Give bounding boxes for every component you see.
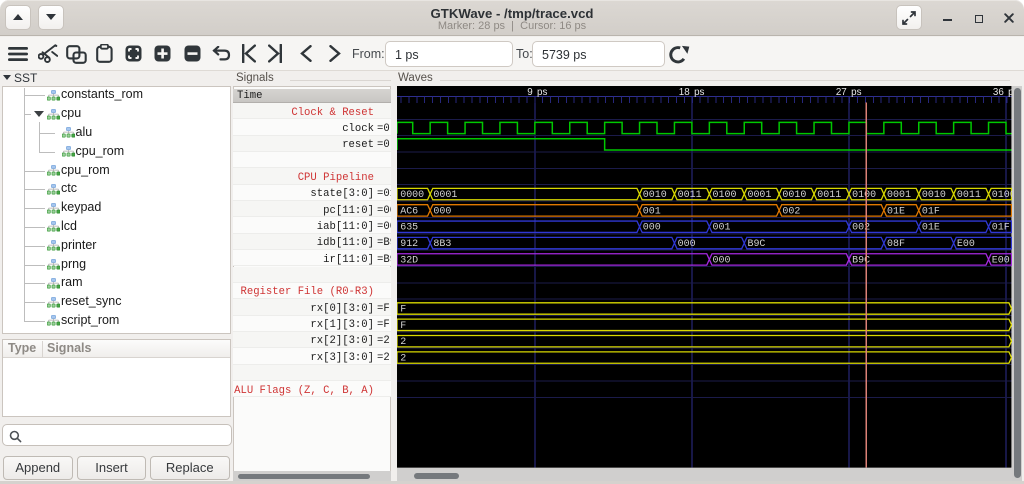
svg-text:002: 002 [782,205,800,216]
svg-text:0010: 0010 [922,189,946,200]
svg-text:01F: 01F [922,205,940,216]
svg-text:ps: ps [537,87,547,98]
svg-text:001: 001 [643,205,661,216]
svg-text:001: 001 [713,222,731,233]
svg-text:0001: 0001 [887,189,911,200]
svg-text:01E: 01E [922,222,940,233]
svg-text:0010: 0010 [782,189,806,200]
svg-text:AC6: AC6 [400,205,418,216]
svg-text:0100: 0100 [992,189,1012,200]
svg-text:8B3: 8B3 [433,238,451,249]
svg-text:F: F [400,320,406,331]
svg-text:01F: 01F [992,222,1010,233]
svg-text:01E: 01E [887,205,905,216]
svg-text:ps: ps [694,87,704,98]
svg-text:000: 000 [643,222,661,233]
svg-text:0011: 0011 [678,189,702,200]
svg-text:0011: 0011 [817,189,841,200]
svg-text:2: 2 [400,353,406,364]
svg-text:F: F [400,303,406,314]
svg-text:ps: ps [1008,87,1011,98]
svg-text:08F: 08F [887,238,905,249]
svg-text:000: 000 [678,238,696,249]
svg-text:B9C: B9C [852,254,870,265]
svg-text:0010: 0010 [643,189,667,200]
svg-text:635: 635 [400,222,418,233]
svg-text:27: 27 [836,87,847,98]
svg-text:002: 002 [852,222,870,233]
svg-text:36: 36 [993,87,1004,98]
svg-text:000: 000 [433,205,451,216]
svg-text:000: 000 [713,254,731,265]
svg-text:9: 9 [527,87,532,98]
svg-text:E00: E00 [992,254,1010,265]
svg-text:912: 912 [400,238,418,249]
svg-text:0100: 0100 [713,189,737,200]
svg-text:0000: 0000 [400,189,424,200]
svg-text:E00: E00 [957,238,975,249]
svg-text:2: 2 [400,336,406,347]
svg-text:B9C: B9C [747,238,765,249]
svg-text:0011: 0011 [957,189,981,200]
svg-text:0001: 0001 [433,189,457,200]
svg-text:18: 18 [679,87,690,98]
svg-text:0001: 0001 [747,189,771,200]
svg-text:ps: ps [851,87,861,98]
svg-text:32D: 32D [400,254,418,265]
svg-text:0100: 0100 [852,189,876,200]
